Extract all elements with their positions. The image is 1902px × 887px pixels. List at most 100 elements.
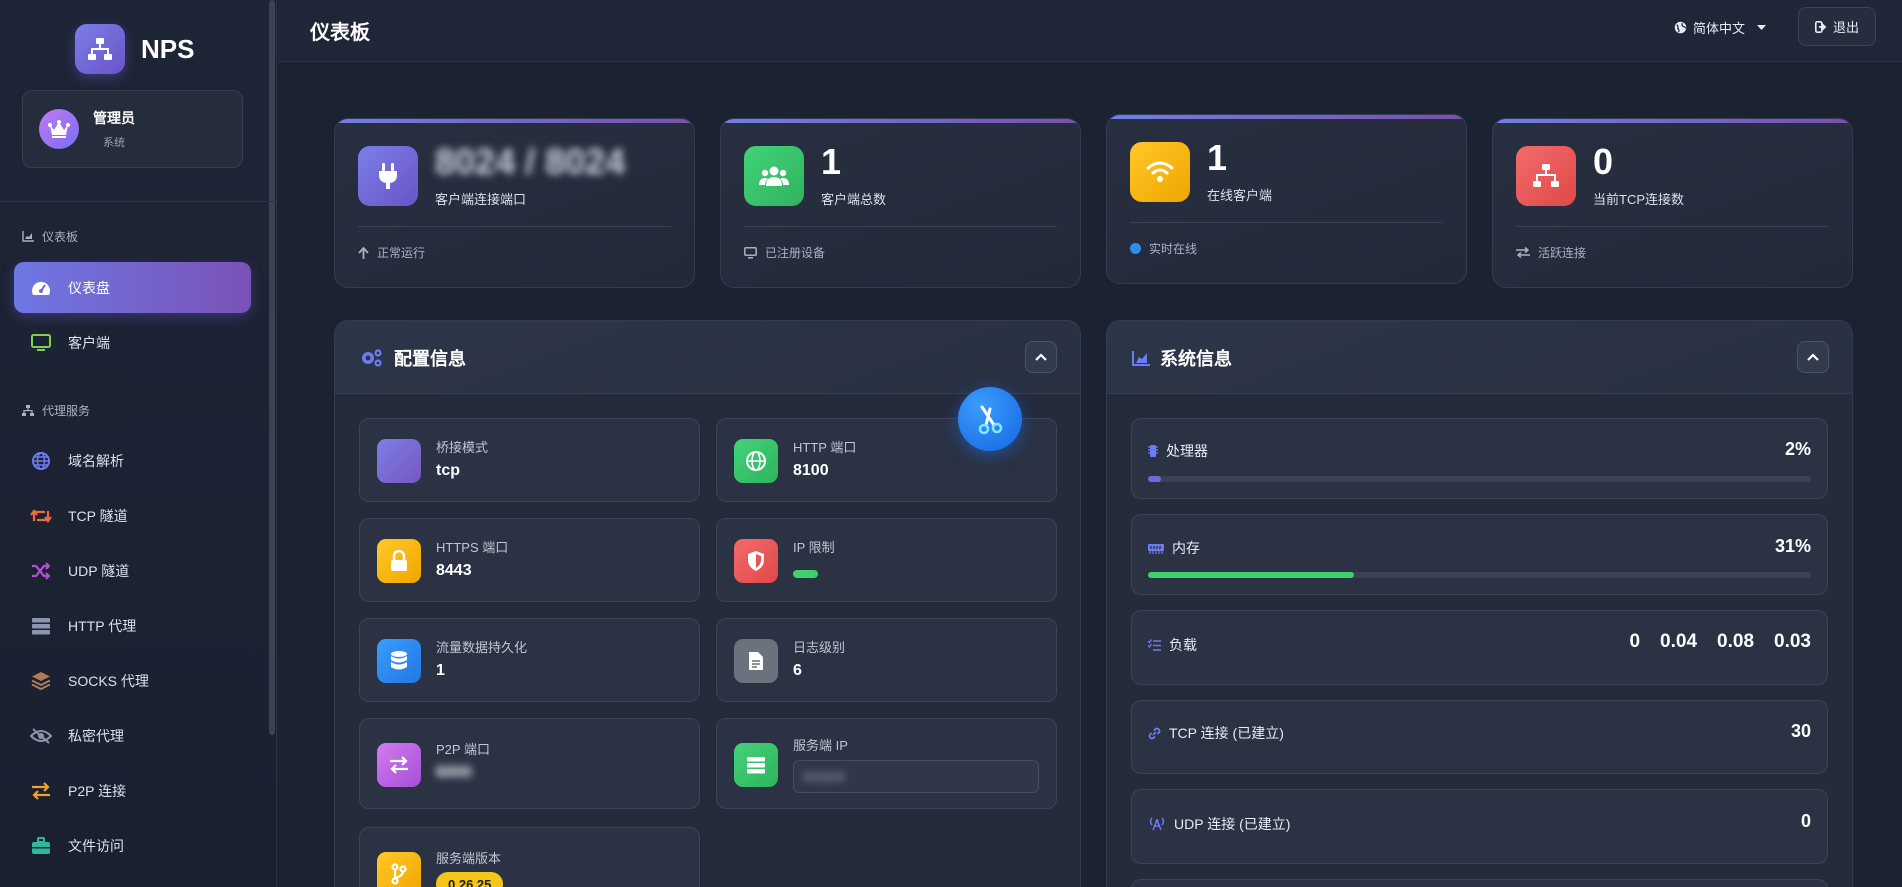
stat-divider <box>1516 226 1829 227</box>
stat-value: 8024 / 8024 <box>435 141 626 182</box>
plug-icon <box>358 146 418 206</box>
sidebar-item-udp[interactable]: UDP 隧道 <box>14 545 251 596</box>
lock-icon <box>377 539 421 583</box>
config-item-version: 服务端版本 0.26.25 <box>359 827 700 887</box>
tcp-label: TCP 连接 (已建立) <box>1148 723 1284 743</box>
screenshot-tool-button[interactable] <box>958 387 1022 451</box>
sidebar-item-socks[interactable]: SOCKS 代理 <box>14 655 251 706</box>
network-logo-icon <box>75 24 125 74</box>
memory-icon <box>1148 543 1164 554</box>
stat-divider <box>1130 222 1443 223</box>
config-label: HTTPS 端口 <box>436 540 509 555</box>
config-value: 8100 <box>793 462 829 479</box>
memory-label: 内存 <box>1148 538 1200 558</box>
config-label: 服务端 IP <box>793 738 848 753</box>
config-value: 6 <box>793 662 802 679</box>
broadcast-icon <box>1149 817 1165 831</box>
sidebar: NPS 管理员 系统 仪表板 仪表盘 客户端 代理服务 域名解析 TCP 隧道 … <box>0 0 277 887</box>
sidebar-item-p2p[interactable]: P2P 连接 <box>14 765 251 816</box>
sitemap-icon <box>22 405 34 416</box>
config-label: 流量数据持久化 <box>436 640 528 655</box>
brand[interactable]: NPS <box>75 24 194 74</box>
chevron-up-icon <box>1035 353 1047 361</box>
chart-area-icon <box>22 231 34 242</box>
link-icon <box>1148 727 1161 739</box>
language-label: 简体中文 <box>1693 21 1746 36</box>
sidebar-item-clients[interactable]: 客户端 <box>14 317 251 368</box>
config-value: 8443 <box>436 562 472 579</box>
load-value: 0 <box>1629 631 1641 652</box>
logout-button[interactable]: 退出 <box>1798 7 1876 46</box>
monitor-icon <box>30 332 52 354</box>
system-item-load: 负载 0 0.04 0.08 0.03 <box>1131 610 1828 685</box>
sidebar-item-files[interactable]: 文件访问 <box>14 820 251 871</box>
stat-value: 1 <box>1207 137 1228 178</box>
memory-label-text: 内存 <box>1172 540 1200 556</box>
globe-icon <box>1674 21 1687 34</box>
eye-slash-icon <box>30 725 52 747</box>
system-item-more <box>1131 879 1828 887</box>
sidebar-scrollbar[interactable] <box>269 0 275 735</box>
sidebar-item-secret[interactable]: 私密代理 <box>14 710 251 761</box>
globe-icon <box>30 450 52 472</box>
sidebar-item-label: HTTP 代理 <box>68 617 137 634</box>
system-item-tcp: TCP 连接 (已建立) 30 <box>1131 700 1828 774</box>
status-dot-icon <box>1130 243 1141 254</box>
stat-divider <box>358 226 671 227</box>
stat-label: 在线客户端 <box>1207 188 1273 203</box>
memory-progress-bar <box>1148 572 1811 578</box>
exchange-icon <box>1516 247 1530 258</box>
tcp-value: 30 <box>1790 721 1811 741</box>
stat-footer-label: 活跃连接 <box>1538 246 1587 260</box>
app-name: NPS <box>141 33 195 64</box>
config-label: HTTP 端口 <box>793 440 857 455</box>
load-value: 0.08 <box>1717 631 1755 652</box>
language-selector[interactable]: 简体中文 <box>1674 18 1767 37</box>
logout-label: 退出 <box>1832 20 1859 35</box>
code-branch-icon <box>377 852 421 887</box>
stat-card-tcp: 0 当前TCP连接数 活跃连接 <box>1492 118 1853 288</box>
stat-label: 客户端总数 <box>821 192 887 207</box>
sidebar-item-label: 私密代理 <box>68 727 124 744</box>
sidebar-item-label: 仪表盘 <box>68 279 110 296</box>
user-card[interactable]: 管理员 系统 <box>22 90 243 168</box>
sidebar-item-http[interactable]: HTTP 代理 <box>14 600 251 651</box>
retweet-icon <box>30 505 52 527</box>
section-proxy: 代理服务 <box>22 402 90 419</box>
load-label-text: 负载 <box>1169 637 1197 653</box>
wifi-icon <box>1130 142 1190 202</box>
sidebar-item-dashboard[interactable]: 仪表盘 <box>14 262 251 313</box>
sign-out-icon <box>1814 20 1827 33</box>
caret-down-icon <box>1757 24 1767 30</box>
udp-label: UDP 连接 (已建立) <box>1148 814 1290 834</box>
exchange-icon <box>377 743 421 787</box>
load-values: 0 0.04 0.08 0.03 <box>1629 631 1811 653</box>
sidebar-item-tcp[interactable]: TCP 隧道 <box>14 490 251 541</box>
memory-progress-fill <box>1148 572 1354 578</box>
sidebar-item-domain[interactable]: 域名解析 <box>14 435 251 486</box>
exchange-icon <box>30 780 52 802</box>
collapse-button[interactable] <box>1797 341 1829 373</box>
database-icon <box>377 639 421 683</box>
stat-value: 0 <box>1593 141 1614 182</box>
globe-icon <box>734 439 778 483</box>
stat-footer: 正常运行 <box>358 244 425 261</box>
cpu-value: 2% <box>1784 439 1811 459</box>
ip-limit-toggle[interactable] <box>793 570 818 578</box>
config-label: P2P 端口 <box>436 742 490 757</box>
top-header: 仪表板 简体中文 退出 <box>278 0 1902 62</box>
user-role: 系统 <box>103 137 125 149</box>
stat-footer: 活跃连接 <box>1516 244 1586 261</box>
users-icon <box>744 146 804 206</box>
system-panel-title: 系统信息 <box>1132 345 1232 371</box>
cpu-progress-fill <box>1148 476 1162 482</box>
server-ip-field[interactable]: 0.0.0.0 <box>793 760 1039 793</box>
config-label: 服务端版本 <box>436 851 502 866</box>
section-proxy-label: 代理服务 <box>42 404 91 418</box>
load-value: 0.03 <box>1774 631 1811 652</box>
collapse-button[interactable] <box>1025 341 1057 373</box>
system-item-memory: 内存 31% <box>1131 514 1828 595</box>
sidebar-item-label: P2P 连接 <box>68 782 127 799</box>
stat-card-clients: 1 客户端总数 已注册设备 <box>720 118 1081 288</box>
memory-value: 31% <box>1774 536 1811 556</box>
